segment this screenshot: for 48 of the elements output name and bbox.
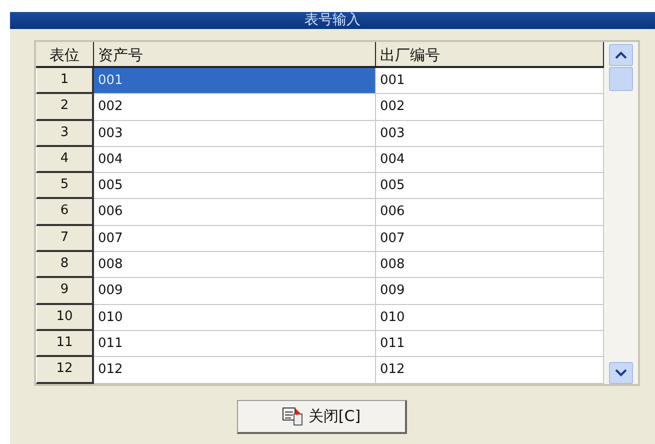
scrollbar[interactable]: [604, 42, 638, 384]
column-header: 资产号: [94, 42, 376, 68]
table-cell[interactable]: 007: [376, 226, 604, 252]
row-header: 4: [36, 146, 94, 174]
row-header: 5: [36, 173, 94, 200]
table-cell[interactable]: 003: [376, 120, 604, 147]
table-cell[interactable]: 005: [94, 173, 376, 200]
table-cell[interactable]: 008: [376, 252, 604, 278]
table-cell[interactable]: 004: [94, 146, 376, 174]
table-cell[interactable]: 001: [376, 68, 604, 94]
table-cell[interactable]: 002: [376, 94, 604, 121]
row-header: 8: [36, 252, 94, 278]
row-header: 9: [36, 278, 94, 305]
table-cell[interactable]: 009: [376, 278, 604, 305]
window-title: 表号输入: [304, 12, 360, 29]
table-cell[interactable]: 007: [94, 226, 376, 252]
table-cell[interactable]: 004: [376, 146, 604, 174]
column-header: 表位: [36, 42, 94, 68]
table-cell[interactable]: 010: [376, 304, 604, 331]
scroll-down-button[interactable]: [609, 362, 633, 384]
table-cell[interactable]: 006: [376, 199, 604, 226]
table-cell[interactable]: 001: [94, 68, 376, 94]
table-cell[interactable]: 003: [94, 120, 376, 147]
chevron-down-icon: [615, 368, 627, 377]
row-header: 6: [36, 199, 94, 226]
table-cell[interactable]: 010: [94, 304, 376, 331]
table-cell[interactable]: 012: [376, 357, 604, 384]
row-header: 11: [36, 330, 94, 358]
row-header: 10: [36, 304, 94, 331]
table-cell[interactable]: 012: [94, 357, 376, 384]
row-header: 12: [36, 357, 94, 384]
row-header: 3: [36, 120, 94, 147]
chevron-up-icon: [615, 51, 627, 59]
document-icon: [282, 406, 304, 426]
scroll-up-button[interactable]: [609, 44, 633, 66]
scroll-thumb[interactable]: [609, 67, 633, 91]
table-cell[interactable]: 006: [94, 199, 376, 226]
table-cell[interactable]: 009: [94, 278, 376, 305]
row-header: 7: [36, 226, 94, 252]
table-cell[interactable]: 008: [94, 252, 376, 278]
table-cell[interactable]: 002: [94, 94, 376, 121]
column-header: 出厂编号: [376, 42, 604, 68]
table-cell[interactable]: 005: [376, 173, 604, 200]
table-cell[interactable]: 011: [376, 330, 604, 358]
table-cell[interactable]: 011: [94, 330, 376, 358]
row-header: 1: [36, 68, 94, 94]
close-button[interactable]: 关闭[C]: [237, 400, 407, 434]
row-header: 2: [36, 94, 94, 121]
